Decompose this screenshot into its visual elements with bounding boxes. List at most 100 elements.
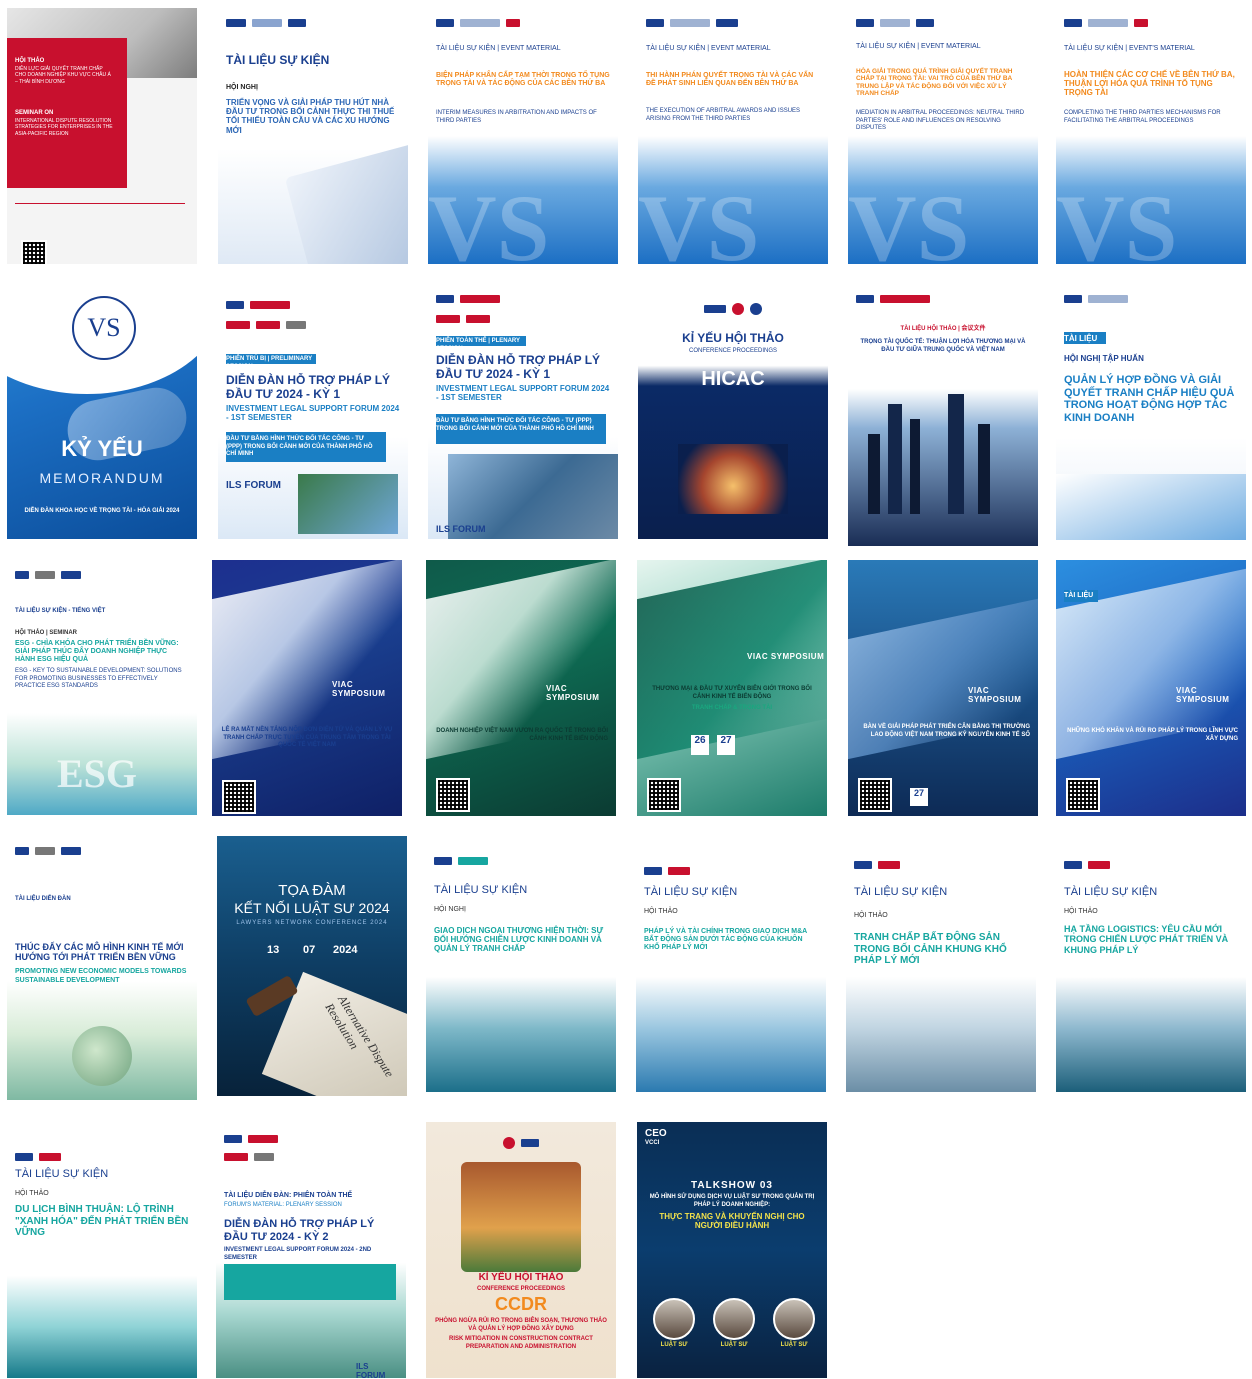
tile-interim-measures[interactable]: TÀI LIỆU SỰ KIỆN | EVENT MATERIAL BIỆN P… <box>428 8 618 264</box>
forum-topic: ĐẦU TƯ BẰNG HÌNH THỨC ĐỐI TÁC CÔNG - TƯ … <box>436 418 594 432</box>
conference-title: TRIỂN VỌNG VÀ GIẢI PHÁP THU HÚT NHÀ ĐẦU … <box>226 98 395 135</box>
proceedings-subtitle: CONFERENCE PROCEEDINGS <box>476 1286 565 1292</box>
workshop-title-en: MEDIATION IN ARBITRAL PROCEEDINGS: NEUTR… <box>856 110 1025 131</box>
training-label: HỘI NGHỊ TẬP HUẤN <box>1064 354 1144 363</box>
tile-third-parties-mechanisms[interactable]: TÀI LIỆU SỰ KIỆN | EVENT'S MATERIAL HOÀN… <box>1056 8 1246 264</box>
symposium-subtopic: TRANH CHẤP & TRỌNG TÀI <box>691 705 773 711</box>
conference-label: HỘI NGHỊ <box>226 84 258 91</box>
tile-ils-forum-plenary[interactable]: PHIÊN TOÀN THỂ | PLENARY SESSION DIỄN ĐÀ… <box>428 284 618 539</box>
vcci-label: VCCI <box>645 1140 660 1146</box>
tile-contract-management-training[interactable]: TÀI LIỆU HỘI NGHỊ TẬP HUẤN QUẢN LÝ HỢP Đ… <box>1056 284 1246 540</box>
ccdr-logo: CCDR <box>495 1294 547 1314</box>
symposium-title: HOÀN THIỆN CÁC CƠ CHẾ VỀ BÊN THỨ BA, THU… <box>1064 70 1235 98</box>
symposium-logo: VIAC SYMPOSIUM <box>747 652 825 661</box>
event-material-title: TÀI LIỆU SỰ KIỆN <box>644 886 738 898</box>
qr-code <box>436 778 470 812</box>
tile-ils-forum-2nd[interactable]: TÀI LIỆU DIỄN ĐÀN: PHIÊN TOÀN THỂ FORUM'… <box>216 1122 406 1378</box>
tile-symposium-labour-market[interactable]: VIAC SYMPOSIUM BÀN VỀ GIẢI PHÁP PHÁT TRI… <box>848 560 1038 816</box>
forum-title-en: INVESTMENT LEGAL SUPPORT FORUM 2024 - 1S… <box>436 384 610 403</box>
proceedings-topic-en: RISK MITIGATION IN CONSTRUCTION CONTRACT… <box>449 1336 593 1350</box>
date-month: 07 <box>303 944 316 956</box>
vs-watermark: VS <box>1056 175 1178 264</box>
speaker-avatar <box>653 1298 695 1340</box>
forum-material-label: TÀI LIỆU DIỄN ĐÀN: PHIÊN TOÀN THỂ <box>224 1192 353 1199</box>
seminar-title: TRANH CHẤP BẤT ĐỘNG SẢN TRONG BỐI CẢNH K… <box>854 932 1007 966</box>
tile-ils-forum-preliminary[interactable]: PHIÊN TRÙ BỊ | PRELIMINARY SESSION DIỄN … <box>218 284 408 539</box>
tile-memorandum[interactable]: VS KỶ YẾU MEMORANDUM DIỄN ĐÀN KHOA HỌC V… <box>7 284 197 539</box>
memorandum-vn: KỶ YẾU <box>61 436 143 461</box>
workshop-title: HÒA GIẢI TRONG QUÁ TRÌNH GIẢI QUYẾT TRAN… <box>856 68 1013 98</box>
forum-material-label: TÀI LIỆU DIỄN ĐÀN <box>15 896 71 902</box>
seminar-en-label: SEMINAR ON <box>15 110 54 116</box>
tile-new-economic-models[interactable]: TÀI LIỆU DIỄN ĐÀN THÚC ĐẨY CÁC MÔ HÌNH K… <box>7 836 197 1100</box>
tile-real-estate-disputes[interactable]: TÀI LIỆU SỰ KIỆN HỘI THẢO TRANH CHẤP BẤT… <box>846 836 1036 1092</box>
hicac-logo: HICAC <box>701 368 765 390</box>
vs-watermark: VS <box>848 175 970 264</box>
esg-watermark: ESG <box>57 751 138 796</box>
event-material-label: TÀI LIỆU SỰ KIỆN | EVENT MATERIAL <box>856 43 981 50</box>
tile-hicac-proceedings[interactable]: KỈ YẾU HỘI THẢO CONFERENCE PROCEEDINGS H… <box>638 284 828 539</box>
seminar-title: HẠ TẦNG LOGISTICS: YÊU CẦU MỚI TRONG CHI… <box>1064 924 1229 955</box>
tile-real-estate-ma[interactable]: TÀI LIỆU SỰ KIỆN HỘI THẢO PHÁP LÝ VÀ TÀI… <box>636 836 826 1092</box>
workshop-title-en: THE EXECUTION OF ARBITRAL AWARDS AND ISS… <box>646 108 801 122</box>
symposium-topic: DOANH NGHIỆP VIỆT NAM VƯƠN RA QUỐC TẾ TR… <box>436 728 608 742</box>
tile-symposium-cross-border[interactable]: VIAC SYMPOSIUM THƯƠNG MẠI & ĐẦU TƯ XUYÊN… <box>637 560 827 816</box>
roundtable-label: TỌA ĐÀM <box>278 882 346 899</box>
event-material-label: TÀI LIỆU SỰ KIỆN | EVENT MATERIAL <box>646 45 771 52</box>
vs-watermark: VS <box>638 175 760 264</box>
seminar-title-en: ESG - KEY TO SUSTAINABLE DEVELOPMENT: SO… <box>15 668 182 689</box>
proceedings-subtitle: CONFERENCE PROCEEDINGS <box>688 348 777 354</box>
tile-binh-thuan-tourism[interactable]: TÀI LIỆU SỰ KIỆN HỘI THẢO DU LỊCH BÌNH T… <box>7 1122 197 1378</box>
symposium-topic: BÀN VỀ GIẢI PHÁP PHÁT TRIỂN CÂN BẰNG THỊ… <box>863 724 1030 738</box>
tile-arbitral-awards-execution[interactable]: TÀI LIỆU SỰ KIỆN | EVENT MATERIAL THI HÀ… <box>638 8 828 264</box>
seminar-label: HỘI THẢO | SEMINAR <box>15 630 78 636</box>
workshop-title: THI HÀNH PHÁN QUYẾT TRỌNG TÀI VÀ CÁC VẤN… <box>646 72 814 88</box>
seminar-title: DU LỊCH BÌNH THUẬN: LỘ TRÌNH "XANH HÓA" … <box>15 1204 189 1238</box>
forum-title: DIỄN ĐÀN HỖ TRỢ PHÁP LÝ ĐẦU TƯ 2024 - KỲ… <box>224 1218 375 1243</box>
seminar-title: PHÁP LÝ VÀ TÀI CHÍNH TRONG GIAO DỊCH M&A… <box>644 928 807 952</box>
workshop-title-en: INTERIM MEASURES IN ARBITRATION AND IMPA… <box>436 110 597 124</box>
forum-material-label-en: FORUM'S MATERIAL: PLENARY SESSION <box>224 1202 342 1208</box>
qr-code <box>222 780 256 814</box>
qr-code <box>858 778 892 812</box>
event-material-label: TÀI LIỆU SỰ KIỆN - TIẾNG VIỆT <box>15 608 106 614</box>
tile-lawyers-network[interactable]: TỌA ĐÀM KẾT NỐI LUẬT SƯ 2024 LAWYERS NET… <box>217 836 407 1096</box>
date-year: 2024 <box>333 944 358 956</box>
ceo-logo: CEO <box>645 1128 667 1139</box>
tile-ccdr-proceedings[interactable]: KỈ YẾU HỘI THẢO CONFERENCE PROCEEDINGS C… <box>426 1122 616 1378</box>
speaker-avatar <box>713 1298 755 1340</box>
symposium-topic: NHỮNG KHÓ KHĂN VÀ RỦI RO PHÁP LÝ TRONG L… <box>1067 728 1238 742</box>
symposium-title-en: COMPLETING THE THIRD PARTIES MECHANISMS … <box>1064 110 1221 124</box>
event-material-title: TÀI LIỆU SỰ KIỆN <box>1064 886 1158 898</box>
date-day-1: 26 <box>691 735 709 755</box>
speaker-title: LUẬT SƯ <box>720 1342 748 1348</box>
seminar-label: HỘI THẢO <box>854 912 888 919</box>
seminar-label: HỘI THẢO <box>1064 908 1098 915</box>
event-material-label: TÀI LIỆU SỰ KIỆN | EVENT MATERIAL <box>436 45 561 52</box>
forum-title: DIỄN ĐÀN HỖ TRỢ PHÁP LÝ ĐẦU TƯ 2024 - KỲ… <box>436 353 601 381</box>
seminar-en-title: INTERNATIONAL DISPUTE RESOLUTION STRATEG… <box>15 118 113 137</box>
proceedings-topic: PHÒNG NGỪA RỦI RO TRONG BIÊN SOẠN, THƯƠN… <box>435 1318 607 1332</box>
date-day: 13 <box>267 944 280 956</box>
seminar-label: HỘI THẢO <box>644 908 678 915</box>
talkshow-topic: MÔ HÌNH SỬ DỤNG DỊCH VỤ LUẬT SƯ TRONG QU… <box>649 1194 815 1208</box>
tile-symposium-vn-enterprises[interactable]: VIAC SYMPOSIUM DOANH NGHIỆP VIỆT NAM VƯƠ… <box>426 560 616 816</box>
date-day-2: 27 <box>717 735 735 755</box>
tile-esg-seminar[interactable]: TÀI LIỆU SỰ KIỆN - TIẾNG VIỆT HỘI THẢO |… <box>7 560 197 815</box>
tile-foreign-trade[interactable]: TÀI LIỆU SỰ KIỆN HỘI NGHỊ GIAO DỊCH NGOẠ… <box>426 836 616 1092</box>
tile-global-minimum-tax[interactable]: TÀI LIỆU SỰ KIỆN HỘI NGHỊ TRIỂN VỌNG VÀ … <box>218 8 408 264</box>
tile-ceo-talkshow[interactable]: CEO VCCI TALKSHOW 03 MÔ HÌNH SỬ DỤNG DỊC… <box>637 1122 827 1378</box>
forum-title-en: INVESTMENT LEGAL SUPPORT FORUM 2024 - 1S… <box>226 404 400 423</box>
symposium-topic: THƯƠNG MẠI & ĐẦU TƯ XUYÊN BIÊN GIỚI TRON… <box>652 686 812 700</box>
tile-mediation-arbitral[interactable]: TÀI LIỆU SỰ KIỆN | EVENT MATERIAL HÒA GI… <box>848 8 1038 264</box>
tile-seminar-dispute-resolution[interactable]: HỘI THẢO DIỄN LỰC GIẢI QUYẾT TRANH CHẤP … <box>7 8 197 264</box>
tile-symposium-construction[interactable]: TÀI LIỆU VIAC SYMPOSIUM NHỮNG KHÓ KHĂN V… <box>1056 560 1246 816</box>
date-day: 27 <box>910 788 928 806</box>
tile-china-vietnam-arbitration[interactable]: TÀI LIỆU HỘI THẢO | 会议文件 TRỌNG TÀI QUỐC … <box>848 284 1038 546</box>
tile-logistics-infrastructure[interactable]: TÀI LIỆU SỰ KIỆN HỘI THẢO HẠ TẦNG LOGIST… <box>1056 836 1246 1092</box>
forum-title-en: PROMOTING NEW ECONOMIC MODELS TOWARDS SU… <box>15 968 187 984</box>
tile-symposium-ecfiling[interactable]: VIAC SYMPOSIUM LÊ RA MẮT NỀN TẢNG NỘP ĐƠ… <box>212 560 402 816</box>
ils-forum-logo: ILS FORUM <box>356 1362 386 1378</box>
vs-logo-icon: VS <box>72 296 136 360</box>
forum-topic: ĐẦU TƯ BẰNG HÌNH THỨC ĐỐI TÁC CÔNG - TƯ … <box>226 436 373 457</box>
